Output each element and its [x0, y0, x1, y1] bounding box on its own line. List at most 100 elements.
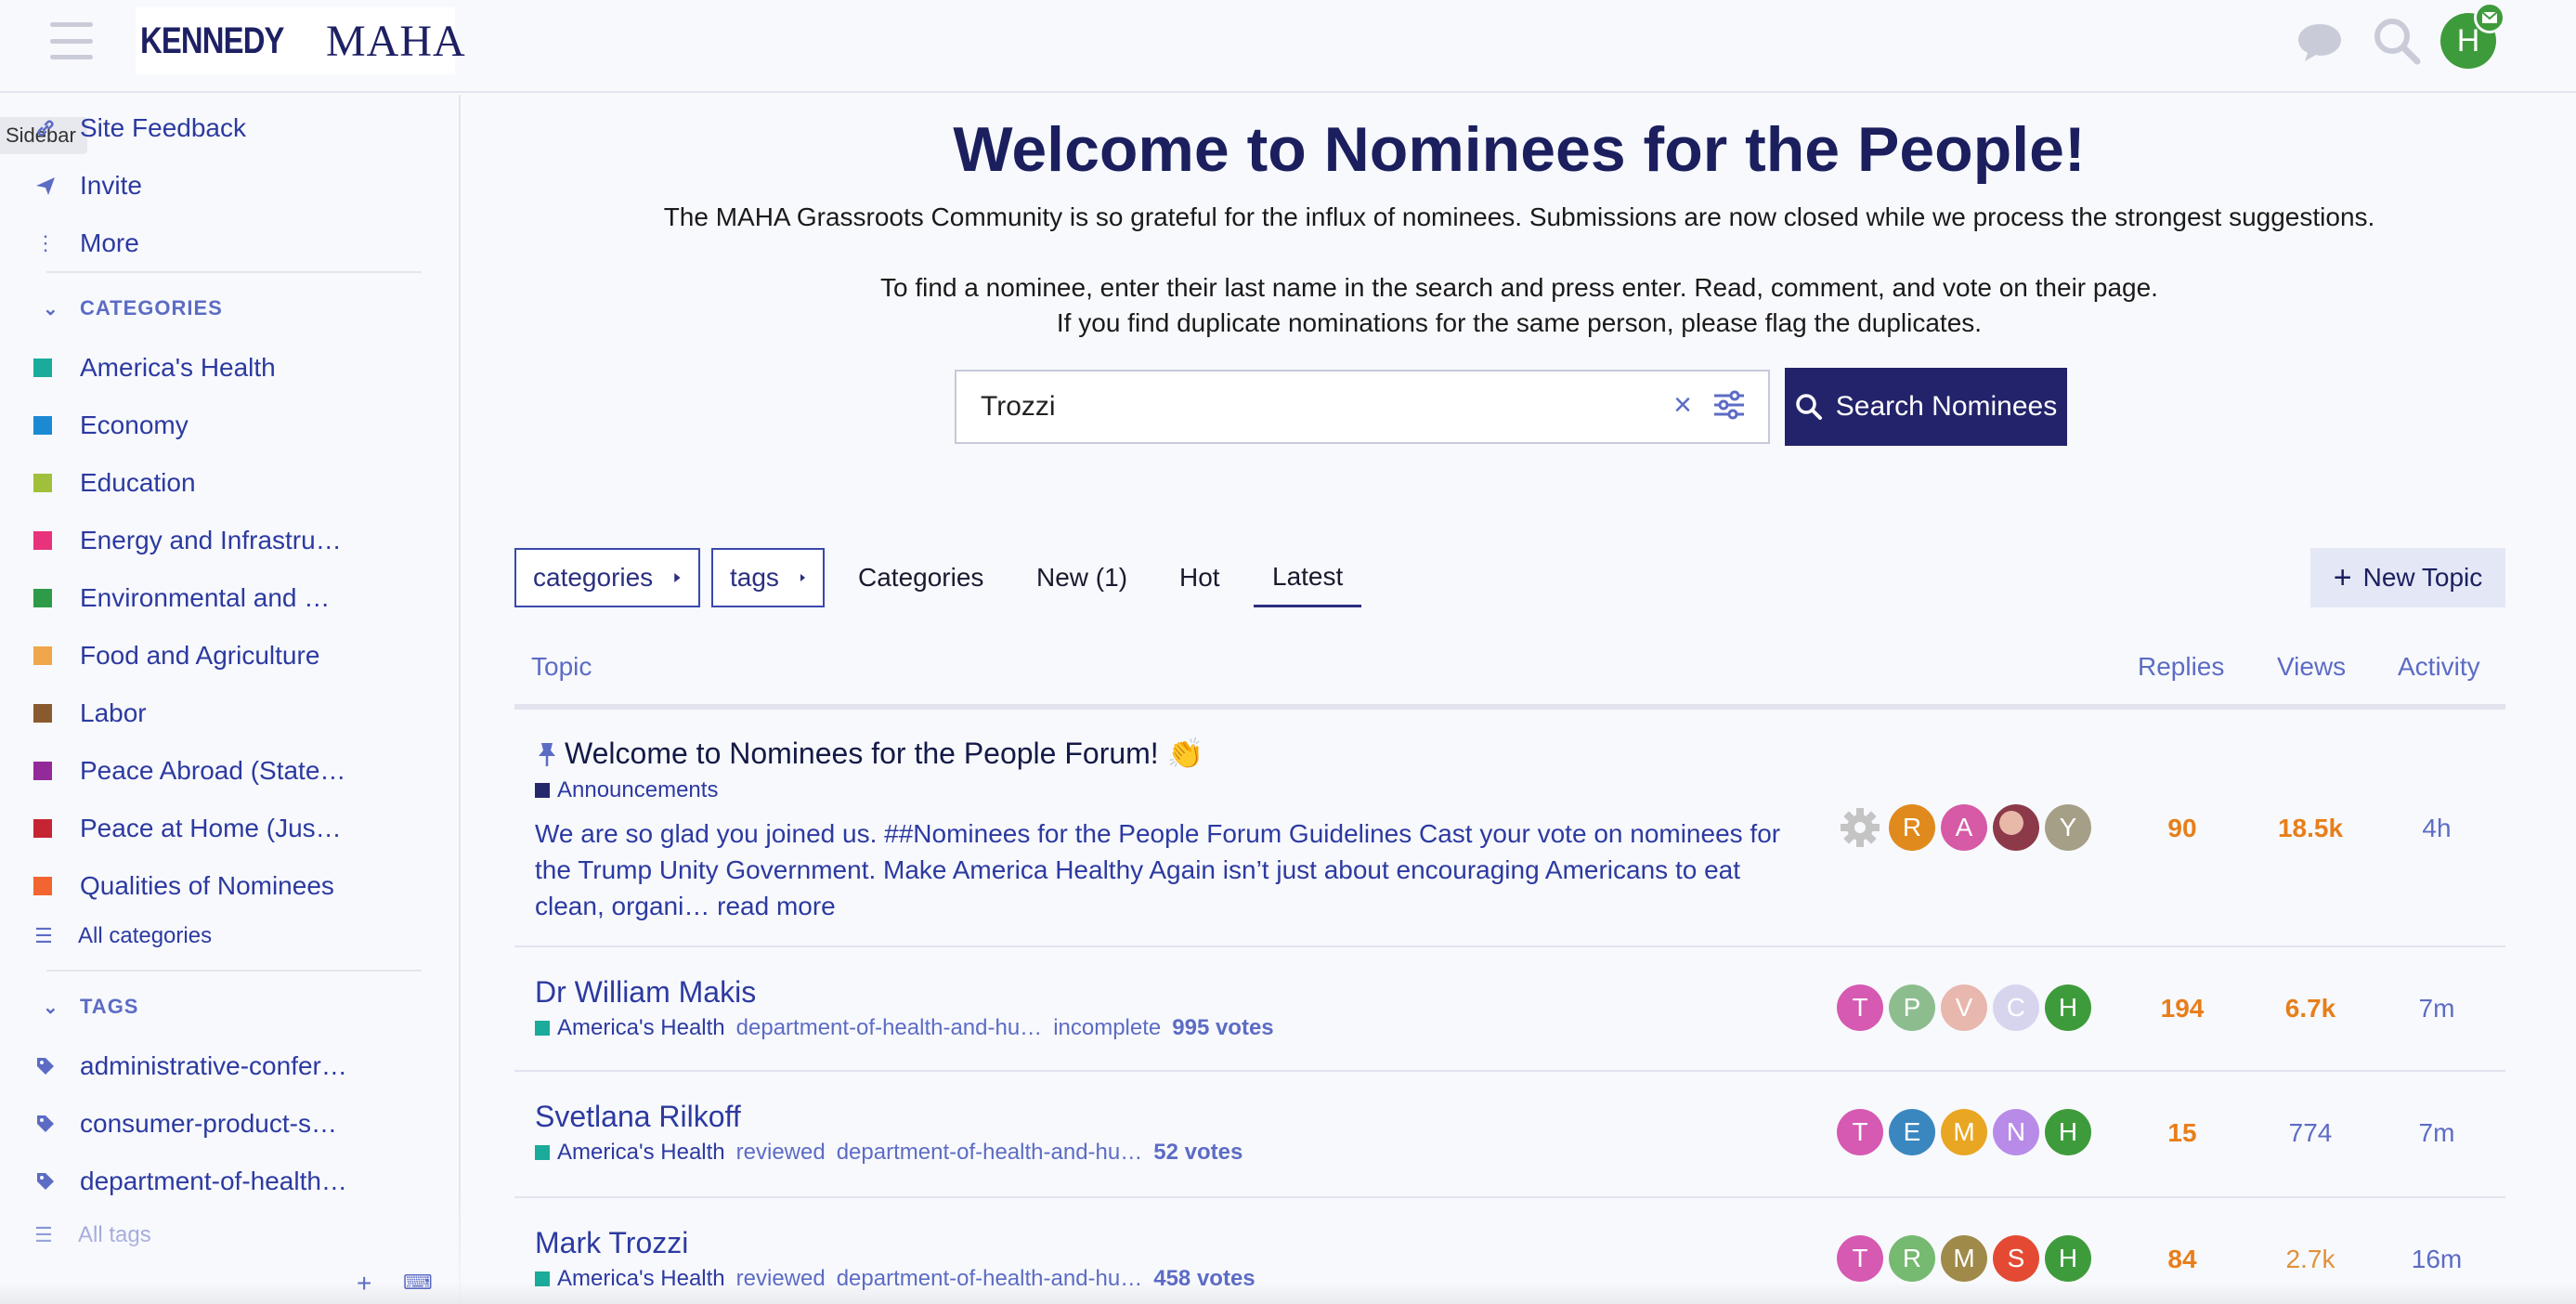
search-nominees-label: Search Nominees [1835, 391, 2058, 422]
user-photo-avatar[interactable] [1993, 804, 2039, 851]
sidebar-section-tags[interactable]: ⌄ TAGS [43, 988, 138, 1025]
topic-title-link[interactable]: Dr William Makis [535, 975, 756, 1010]
sidebar-category-item[interactable]: Qualities of Nominees [33, 866, 334, 906]
sidebar-item-label: America's Health [80, 353, 276, 382]
category-color-swatch [535, 1021, 550, 1036]
poster-avatar[interactable]: M [1941, 1235, 1987, 1282]
sidebar-item-label: All tags [78, 1222, 151, 1247]
topic-title-link[interactable]: Mark Trozzi [535, 1226, 688, 1260]
poster-avatar[interactable]: R [1889, 1235, 1935, 1282]
topic-activity-time[interactable]: 7m [2372, 1118, 2502, 1148]
topic-activity-time[interactable]: 7m [2372, 994, 2502, 1024]
topic-tag[interactable]: department-of-health-and-hu… [837, 1140, 1143, 1166]
topic-activity-time[interactable]: 16m [2372, 1245, 2502, 1274]
topic-excerpt: We are so glad you joined us. ##Nominees… [535, 815, 1816, 924]
sidebar-item-site-feedback[interactable]: Site Feedback [37, 108, 246, 149]
sidebar-category-item[interactable]: Education [33, 463, 196, 503]
gear-icon[interactable] [1837, 804, 1883, 851]
topic-title-link[interactable]: Welcome to Nominees for the People Forum… [565, 736, 1203, 771]
topic-activity-time[interactable]: 4h [2372, 814, 2502, 843]
list-icon: ☰ [34, 924, 53, 947]
sidebar-category-item[interactable]: Food and Agriculture [33, 635, 319, 676]
topic-title-link[interactable]: Svetlana Rilkoff [535, 1100, 741, 1134]
search-nominees-button[interactable]: Search Nominees [1785, 368, 2067, 446]
tab-hot[interactable]: Hot [1179, 548, 1220, 607]
poster-avatar[interactable]: E [1889, 1109, 1935, 1155]
poster-avatar[interactable]: Y [2045, 804, 2091, 851]
hamburger-menu-icon[interactable] [50, 22, 93, 59]
sidebar-category-item[interactable]: Peace at Home (Jus… [33, 808, 342, 849]
messages-badge-icon[interactable] [2474, 2, 2505, 33]
sidebar-category-item[interactable]: Environmental and … [33, 578, 330, 619]
sidebar-item-all-categories[interactable]: ☰ All categories [34, 916, 212, 957]
topic-posters: TRMSH [1837, 1235, 2091, 1282]
sidebar-tag-item[interactable]: administrative-confer… [37, 1046, 347, 1087]
topic-replies-count[interactable]: 90 [2117, 814, 2247, 843]
sidebar-section-categories[interactable]: ⌄ CATEGORIES [43, 290, 223, 327]
site-logo[interactable]: KENNEDY MAHA [136, 7, 465, 74]
poster-avatar[interactable]: V [1941, 985, 1987, 1031]
sidebar-item-label: Invite [80, 171, 142, 200]
sidebar-item-more[interactable]: ⋮ More [35, 223, 139, 264]
sidebar-category-item[interactable]: America's Health [33, 347, 276, 388]
topic-replies-count[interactable]: 84 [2117, 1245, 2247, 1274]
tab-latest[interactable]: Latest [1254, 548, 1362, 607]
topic-meta: America's Health reviewed department-of-h… [535, 1139, 1242, 1167]
tag-icon [33, 1112, 58, 1136]
poster-avatar[interactable]: H [2045, 1109, 2091, 1155]
read-more-link[interactable]: read more [717, 892, 836, 920]
topic-category-badge[interactable]: Announcements [535, 777, 718, 803]
sidebar: Sidebar Site Feedback Invite ⋮ More ⌄ CA… [0, 95, 461, 1304]
paper-plane-icon [33, 174, 58, 198]
sidebar-item-invite[interactable]: Invite [36, 165, 142, 206]
topic-tag[interactable]: department-of-health-and-hu… [736, 1015, 1043, 1041]
poster-avatar[interactable]: C [1993, 985, 2039, 1031]
poster-avatar[interactable]: H [2045, 1235, 2091, 1282]
tab-categories[interactable]: Categories [858, 548, 983, 607]
logo-kennedy-text: KENNEDY [140, 20, 284, 61]
poster-avatar[interactable]: T [1837, 1109, 1883, 1155]
poster-avatar[interactable]: S [1993, 1235, 2039, 1282]
poster-avatar[interactable]: A [1941, 804, 1987, 851]
welcome-line-3: If you find duplicate nominations for th… [1056, 308, 1983, 337]
poster-avatar[interactable]: H [2045, 985, 2091, 1031]
topic-category-label: America's Health [557, 1015, 725, 1040]
sidebar-category-item[interactable]: Peace Abroad (State… [33, 750, 345, 791]
row-divider [514, 1196, 2505, 1198]
sidebar-tag-item[interactable]: department-of-health… [37, 1161, 347, 1202]
topic-category-badge[interactable]: America's Health [535, 1015, 725, 1041]
poster-avatar[interactable]: T [1837, 985, 1883, 1031]
poster-avatar[interactable]: T [1837, 1235, 1883, 1282]
category-color-swatch [33, 762, 52, 780]
topic-replies-count[interactable]: 194 [2117, 994, 2247, 1024]
poster-avatar[interactable]: R [1889, 804, 1935, 851]
topic-posters: TEMNH [1837, 1109, 2091, 1155]
topic-replies-count[interactable]: 15 [2117, 1118, 2247, 1148]
table-header-divider [514, 704, 2505, 710]
categories-dropdown[interactable]: categories [514, 548, 700, 607]
sidebar-category-item[interactable]: Economy [33, 405, 189, 446]
poster-avatar[interactable]: N [1993, 1109, 2039, 1155]
new-topic-button[interactable]: + New Topic [2310, 548, 2505, 607]
nominee-search-input[interactable]: Trozzi [955, 370, 1770, 444]
chat-icon[interactable] [2294, 15, 2346, 67]
column-header-activity[interactable]: Activity [2398, 652, 2480, 682]
column-header-views[interactable]: Views [2277, 652, 2346, 682]
column-header-topic[interactable]: Topic [531, 652, 592, 682]
topic-tag[interactable]: reviewed [736, 1140, 826, 1166]
filter-sliders-icon[interactable] [1711, 386, 1748, 424]
topic-category-badge[interactable]: America's Health [535, 1140, 725, 1166]
sidebar-item-all-tags[interactable]: ☰ All tags [34, 1215, 151, 1256]
column-header-replies[interactable]: Replies [2138, 652, 2224, 682]
poster-avatar[interactable]: M [1941, 1109, 1987, 1155]
sidebar-tag-item[interactable]: consumer-product-s… [37, 1103, 337, 1144]
sidebar-category-item[interactable]: Labor [33, 693, 147, 734]
sidebar-category-item[interactable]: Energy and Infrastru… [33, 520, 342, 561]
clear-search-icon[interactable]: × [1662, 385, 1703, 425]
sidebar-item-label: Energy and Infrastru… [80, 526, 342, 554]
topic-tag[interactable]: incomplete [1053, 1015, 1161, 1041]
tab-new[interactable]: New (1) [1036, 548, 1127, 607]
tags-dropdown[interactable]: tags [711, 548, 825, 607]
search-icon[interactable] [2371, 15, 2423, 67]
poster-avatar[interactable]: P [1889, 985, 1935, 1031]
